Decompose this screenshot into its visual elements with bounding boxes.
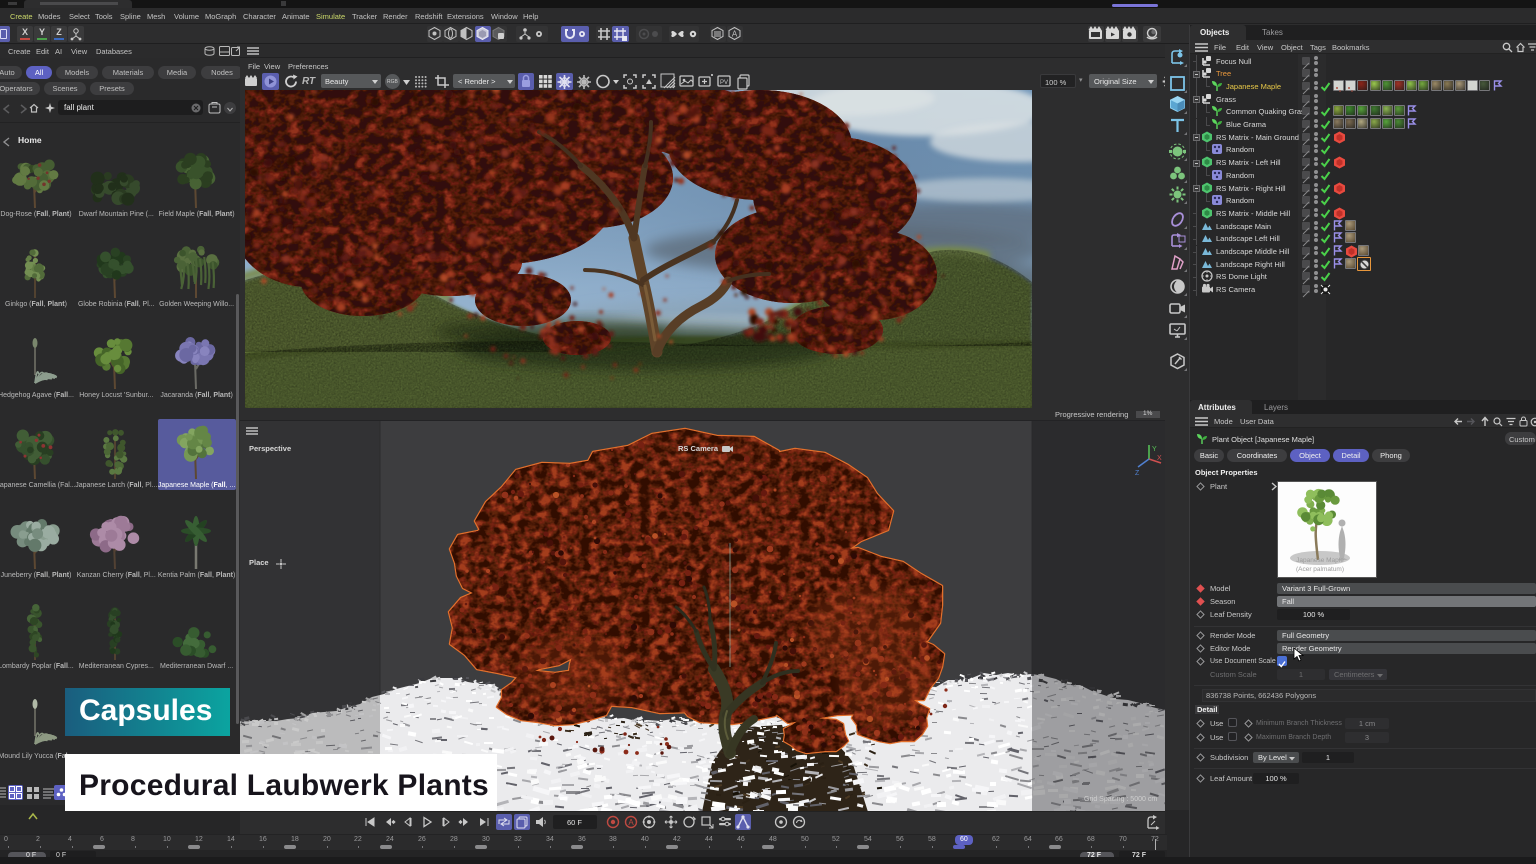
svg-text:Y: Y — [1152, 446, 1157, 453]
svg-text:Japanese Maple: Japanese Maple — [1296, 557, 1344, 564]
svg-text:A: A — [628, 818, 634, 827]
svg-text:A: A — [732, 30, 738, 39]
svg-text:Z: Z — [1135, 470, 1140, 477]
svg-text:X: X — [1157, 455, 1162, 462]
svg-text:(Acer palmatum): (Acer palmatum) — [1296, 566, 1344, 573]
